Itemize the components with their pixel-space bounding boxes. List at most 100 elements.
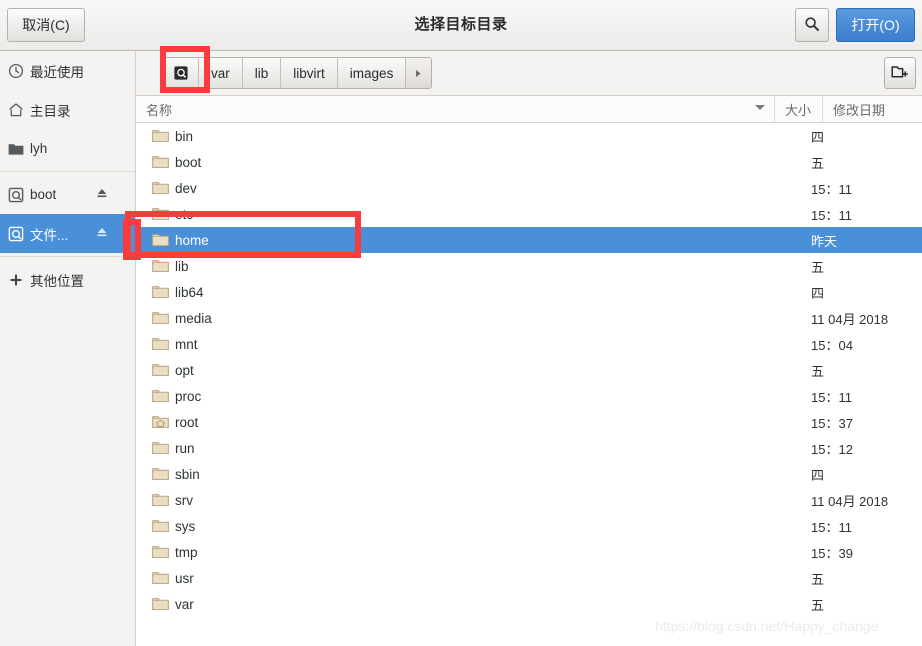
table-row[interactable]: proc 15：11: [136, 383, 922, 409]
file-name: etc: [175, 206, 194, 222]
folder-icon: [145, 363, 175, 377]
folder-icon: [145, 155, 175, 169]
breadcrumb-next-button[interactable]: [406, 58, 432, 88]
table-row[interactable]: boot 五: [136, 149, 922, 175]
file-list[interactable]: bin 四 boot 五 dev 15：11 etc 15：11 home 昨天 lib 五 lib64…: [136, 123, 922, 646]
file-name: dev: [175, 180, 197, 196]
table-row[interactable]: etc 15：11: [136, 201, 922, 227]
eject-icon[interactable]: [95, 186, 109, 200]
home-folder-icon: [145, 415, 175, 429]
sidebar: 最近使用 主目录 lyh boot 文件... 其他位置: [0, 51, 136, 646]
search-button[interactable]: [795, 8, 829, 42]
file-name: sbin: [175, 466, 200, 482]
search-icon: [804, 16, 820, 35]
drive-icon: [8, 225, 30, 243]
drive-icon: [8, 186, 30, 204]
open-button[interactable]: 打开(O): [836, 8, 915, 42]
home-icon: [8, 101, 30, 119]
sidebar-item-boot[interactable]: boot: [0, 175, 135, 214]
column-header-row: 名称 大小 修改日期: [136, 96, 922, 123]
sidebar-scrollbar[interactable]: [126, 214, 133, 253]
table-row[interactable]: sbin 四: [136, 461, 922, 487]
file-modified-date: 15：37: [811, 415, 853, 431]
table-row[interactable]: bin 四: [136, 123, 922, 149]
path-bar-row: var lib libvirt images: [136, 51, 922, 96]
file-modified-date: 11 04月 2018: [811, 493, 889, 509]
file-modified-date: 五: [811, 597, 825, 613]
table-row[interactable]: dev 15：11: [136, 175, 922, 201]
folder-icon: [145, 311, 175, 325]
file-modified-date: 15：11: [811, 389, 852, 405]
sidebar-item-label: 文件...: [30, 227, 69, 243]
file-modified-date: 五: [811, 571, 825, 587]
folder-icon: [145, 129, 175, 143]
folder-icon: [145, 519, 175, 533]
sidebar-item-lyh[interactable]: lyh: [0, 129, 135, 168]
table-row[interactable]: media 11 04月 2018: [136, 305, 922, 331]
sidebar-item-other-locations[interactable]: 其他位置: [0, 260, 135, 299]
file-name: bin: [175, 128, 194, 144]
sidebar-item-label: boot: [30, 187, 57, 202]
drive-icon: [173, 65, 189, 81]
file-name: run: [175, 440, 195, 456]
cancel-button[interactable]: 取消(C): [7, 8, 85, 42]
table-row[interactable]: tmp 15：39: [136, 539, 922, 565]
file-name: root: [175, 414, 199, 430]
folder-icon: [8, 140, 30, 158]
sidebar-divider: [0, 256, 135, 257]
watermark: https://blog.csdn.net/Happy_change: [655, 618, 879, 634]
breadcrumb-segment-var[interactable]: var: [199, 58, 243, 88]
page-title: 选择目标目录: [414, 16, 508, 33]
table-row[interactable]: usr 五: [136, 565, 922, 591]
file-name: opt: [175, 362, 194, 378]
breadcrumb-segment-lib[interactable]: lib: [242, 58, 282, 88]
sidebar-item-label: 最近使用: [30, 64, 84, 80]
sidebar-item-filesystem[interactable]: 文件...: [0, 214, 135, 253]
create-folder-button[interactable]: [884, 57, 916, 89]
folder-icon: [145, 545, 175, 559]
file-modified-date: 15：11: [811, 519, 852, 535]
folder-icon: [145, 181, 175, 195]
file-modified-date: 15：39: [811, 545, 853, 561]
file-modified-date: 15：12: [811, 441, 853, 457]
folder-icon: [145, 337, 175, 351]
file-name: srv: [175, 492, 193, 508]
table-row[interactable]: root 15：37: [136, 409, 922, 435]
sidebar-item-label: 其他位置: [30, 273, 84, 289]
breadcrumb-root-button[interactable]: [164, 58, 199, 88]
file-modified-date: 15：11: [811, 181, 852, 197]
column-header-size[interactable]: 大小: [775, 96, 823, 122]
file-modified-date: 五: [811, 155, 825, 171]
file-modified-date: 15：11: [811, 207, 852, 223]
column-header-date[interactable]: 修改日期: [823, 96, 922, 122]
eject-icon[interactable]: [95, 225, 109, 239]
folder-icon: [145, 389, 175, 403]
folder-icon: [145, 285, 175, 299]
table-row[interactable]: lib 五: [136, 253, 922, 279]
folder-icon: [145, 207, 175, 221]
breadcrumb-segment-libvirt[interactable]: libvirt: [281, 58, 338, 88]
table-row[interactable]: home 昨天: [136, 227, 922, 253]
file-modified-date: 五: [811, 363, 825, 379]
breadcrumb-segment-images[interactable]: images: [337, 58, 407, 88]
file-name: usr: [175, 570, 194, 586]
file-name: mnt: [175, 336, 198, 352]
file-name: sys: [175, 518, 196, 534]
table-row[interactable]: opt 五: [136, 357, 922, 383]
table-row[interactable]: mnt 15：04: [136, 331, 922, 357]
column-header-name[interactable]: 名称: [136, 96, 775, 122]
column-header-name-label: 名称: [146, 102, 173, 118]
file-name: var: [175, 596, 194, 612]
sidebar-item-recent[interactable]: 最近使用: [0, 51, 135, 90]
folder-icon: [145, 441, 175, 455]
table-row[interactable]: var 五: [136, 591, 922, 617]
plus-icon: [8, 271, 30, 289]
file-name: lib64: [175, 284, 204, 300]
table-row[interactable]: sys 15：11: [136, 513, 922, 539]
chevron-right-icon: [414, 68, 423, 79]
table-row[interactable]: lib64 四: [136, 279, 922, 305]
table-row[interactable]: srv 11 04月 2018: [136, 487, 922, 513]
folder-icon: [145, 467, 175, 481]
sidebar-item-home[interactable]: 主目录: [0, 90, 135, 129]
table-row[interactable]: run 15：12: [136, 435, 922, 461]
